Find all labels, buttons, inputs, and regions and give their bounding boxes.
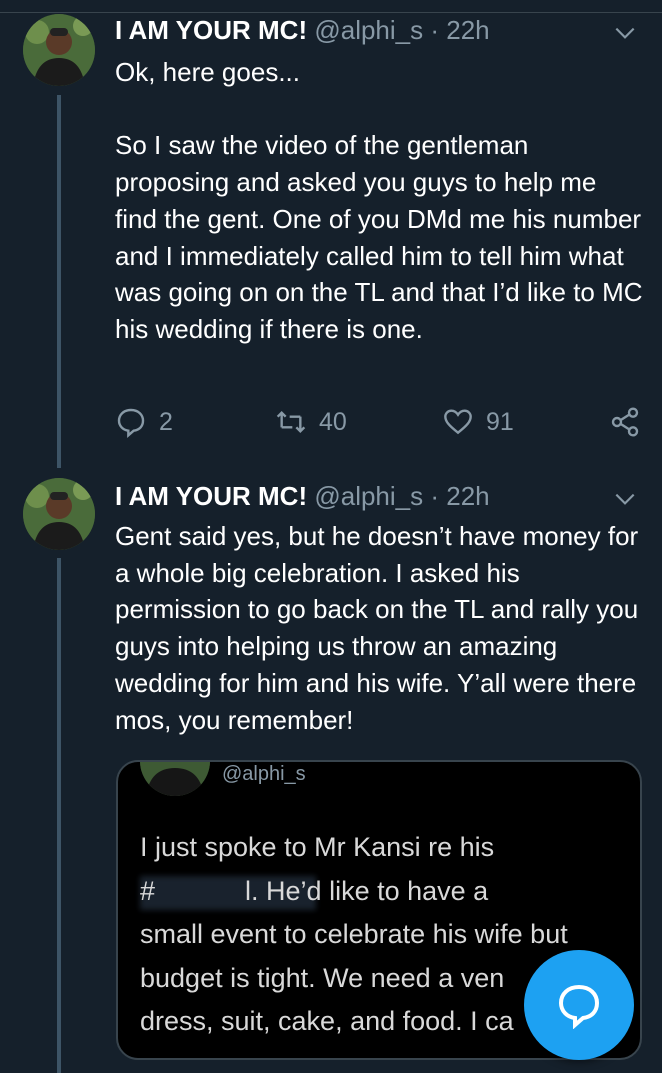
retweet-icon	[276, 410, 306, 434]
thread-connector	[57, 558, 61, 1073]
tweet-text: Gent said yes, but he doesn’t have money…	[115, 521, 646, 735]
timestamp[interactable]: · 22h	[430, 481, 489, 511]
display-name[interactable]: I AM YOUR MC!	[115, 15, 307, 45]
tweet-actions: 2 40 91	[115, 403, 645, 441]
handle[interactable]: @alphi_s	[314, 15, 423, 45]
timestamp[interactable]: · 22h	[430, 15, 489, 45]
tweet-text: Ok, here goes... So I saw the video of t…	[115, 57, 643, 344]
share-icon	[611, 407, 639, 437]
reply-count: 2	[159, 407, 173, 436]
thread-connector	[57, 95, 61, 468]
chevron-down-icon[interactable]	[612, 20, 638, 46]
like-count: 91	[486, 407, 514, 436]
tweet-header: I AM YOUR MC! @alphi_s · 22h	[115, 480, 490, 512]
retweet-button[interactable]: 40	[275, 403, 347, 441]
tweet-header: I AM YOUR MC! @alphi_s · 22h	[115, 14, 490, 46]
reply-icon	[117, 408, 145, 438]
top-divider	[0, 12, 662, 13]
display-name[interactable]: I AM YOUR MC!	[115, 481, 307, 511]
compose-reply-button[interactable]	[524, 950, 634, 1060]
retweet-count: 40	[319, 407, 347, 436]
quoted-avatar	[140, 762, 210, 796]
avatar[interactable]	[23, 14, 95, 86]
handle[interactable]: @alphi_s	[314, 481, 423, 511]
avatar[interactable]	[23, 478, 95, 550]
compose-reply-icon	[558, 984, 600, 1029]
share-button[interactable]	[609, 403, 653, 441]
heart-icon	[444, 409, 472, 435]
quoted-handle: @alphi_s	[222, 763, 306, 785]
reply-button[interactable]: 2	[115, 403, 173, 441]
like-button[interactable]: 91	[442, 403, 514, 441]
chevron-down-icon[interactable]	[612, 486, 638, 512]
